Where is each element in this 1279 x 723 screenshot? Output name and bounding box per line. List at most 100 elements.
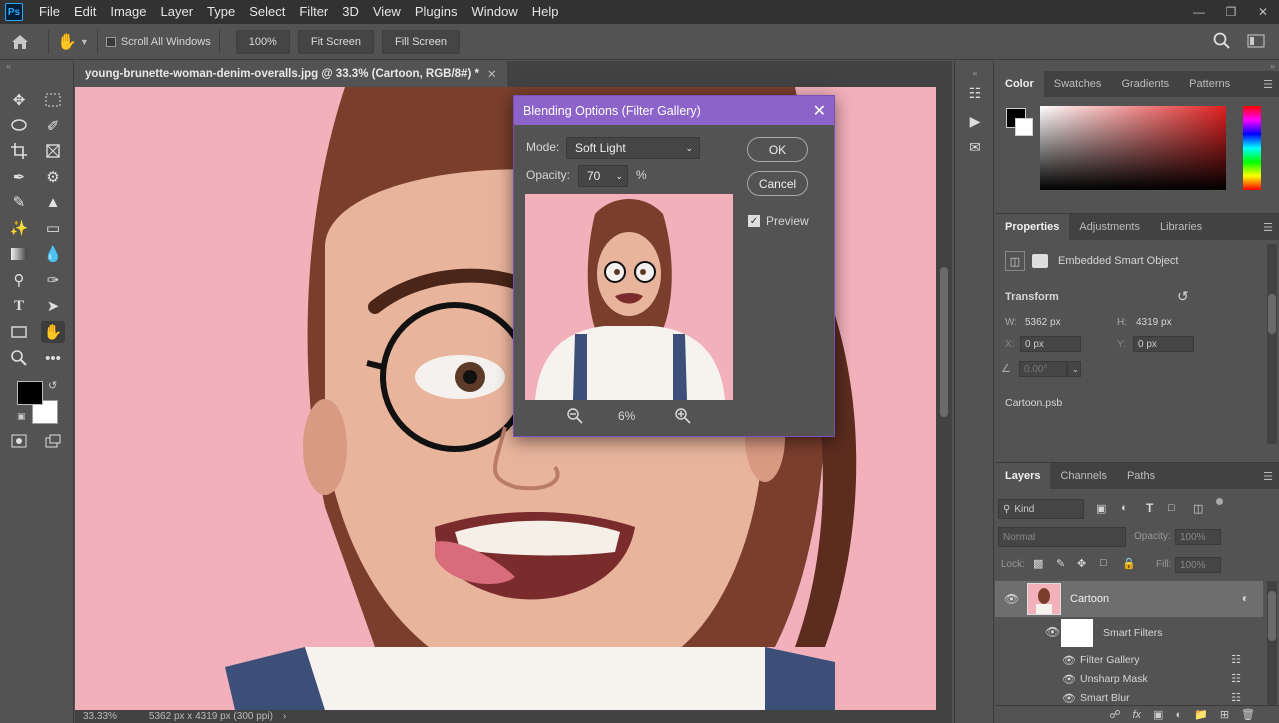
minimize-icon[interactable]: —	[1183, 0, 1215, 24]
tab-patterns[interactable]: Patterns	[1179, 71, 1240, 97]
panel-menu-icon[interactable]: ☰	[1263, 470, 1273, 483]
tab-paths[interactable]: Paths	[1117, 463, 1165, 489]
dodge-tool-icon[interactable]: ⚲	[7, 269, 31, 291]
marquee-tool-icon[interactable]	[41, 89, 65, 111]
dialog-title-bar[interactable]: Blending Options (Filter Gallery) ✕	[514, 96, 834, 125]
smart-object-filter-icon[interactable]: ◫	[1193, 502, 1203, 515]
scrollbar-thumb[interactable]	[1268, 591, 1276, 641]
comments-icon[interactable]: ✉	[965, 137, 985, 157]
tab-libraries[interactable]: Libraries	[1150, 214, 1212, 240]
filter-options-icon[interactable]: ☷	[1231, 653, 1241, 666]
screen-mode-icon[interactable]	[41, 430, 65, 452]
gradient-tool-icon[interactable]	[7, 243, 31, 265]
layers-scrollbar[interactable]	[1267, 581, 1277, 706]
history-icon[interactable]: ☷	[965, 83, 985, 103]
filter-row[interactable]: 👁 Unsharp Mask ☷	[995, 670, 1263, 689]
zoom-tool-icon[interactable]	[7, 347, 31, 369]
x-field[interactable]: 0 px	[1020, 336, 1081, 352]
y-field[interactable]: 0 px	[1133, 336, 1194, 352]
healing-brush-tool-icon[interactable]: ⚙	[41, 166, 65, 188]
path-selection-tool-icon[interactable]: ➤	[41, 295, 65, 317]
fill-screen-button[interactable]: Fill Screen	[381, 29, 460, 54]
scrollbar-thumb[interactable]	[1268, 294, 1276, 334]
mask-icon[interactable]	[1032, 254, 1048, 268]
visibility-eye-icon[interactable]: 👁	[1062, 692, 1076, 705]
zoom-in-icon[interactable]	[675, 408, 691, 427]
visibility-eye-icon[interactable]: 👁	[1062, 673, 1076, 686]
smart-object-icon[interactable]: ◫	[1005, 251, 1025, 271]
collapse-icon[interactable]: »	[1270, 61, 1275, 71]
type-tool-icon[interactable]: T	[7, 295, 31, 317]
document-tab[interactable]: young-brunette-woman-denim-overalls.jpg …	[75, 61, 507, 87]
foreground-color-swatch[interactable]	[17, 381, 43, 405]
lock-position-icon[interactable]: ✥	[1077, 557, 1086, 570]
layer-opacity-field[interactable]: 100%	[1175, 529, 1221, 545]
new-layer-icon[interactable]: ⊞	[1220, 708, 1229, 721]
type-filter-icon[interactable]: T	[1146, 501, 1153, 515]
brush-tool-icon[interactable]: ✎	[7, 191, 31, 213]
lasso-tool-icon[interactable]	[7, 115, 31, 137]
ok-button[interactable]: OK	[747, 137, 808, 162]
layer-row-cartoon[interactable]: 👁 Cartoon ◐	[995, 581, 1263, 617]
eraser-tool-icon[interactable]: ▭	[41, 217, 65, 239]
home-icon[interactable]	[0, 34, 40, 50]
menu-type[interactable]: Type	[200, 0, 242, 24]
default-colors-icon[interactable]: ▣	[17, 411, 26, 422]
crop-tool-icon[interactable]	[7, 140, 31, 162]
visibility-eye-icon[interactable]: 👁	[1004, 592, 1019, 606]
checkmark-icon[interactable]: ✓	[748, 215, 760, 227]
chevron-down-icon[interactable]: ▼	[80, 37, 89, 47]
collapse-icon[interactable]: «	[965, 63, 985, 83]
filter-row[interactable]: 👁 Filter Gallery ☷	[995, 651, 1263, 670]
rectangle-tool-icon[interactable]	[7, 321, 31, 343]
move-tool-icon[interactable]: ✥	[7, 89, 31, 111]
menu-select[interactable]: Select	[242, 0, 292, 24]
adjustment-layer-icon[interactable]: ◐	[1175, 709, 1182, 721]
collapse-icon[interactable]: «	[6, 61, 11, 71]
scroll-all-windows-checkbox[interactable]: Scroll All Windows	[105, 36, 211, 48]
chevron-down-icon[interactable]: ⌄	[1067, 361, 1081, 377]
play-actions-icon[interactable]: ▶	[965, 111, 985, 131]
lock-pixels-icon[interactable]: ✎	[1056, 557, 1065, 570]
link-layers-icon[interactable]: ☍	[1109, 708, 1120, 721]
scrollbar-thumb[interactable]	[940, 267, 948, 417]
filter-mask-thumbnail[interactable]	[1061, 619, 1093, 647]
group-folder-icon[interactable]: 📁	[1194, 708, 1208, 721]
hand-tool-icon[interactable]: ✋	[41, 321, 65, 343]
lock-transparent-icon[interactable]: ▩	[1033, 557, 1043, 570]
menu-file[interactable]: File	[32, 0, 67, 24]
blur-tool-icon[interactable]: 💧	[41, 243, 65, 265]
adjustment-filter-icon[interactable]: ◐	[1121, 502, 1128, 514]
zoom-100-button[interactable]: 100%	[235, 29, 290, 54]
quick-selection-tool-icon[interactable]: ✐	[41, 115, 65, 137]
tab-layers[interactable]: Layers	[995, 463, 1051, 489]
clone-stamp-tool-icon[interactable]: ▲	[41, 191, 65, 213]
tab-color[interactable]: Color	[995, 71, 1044, 97]
cancel-button[interactable]: Cancel	[747, 171, 808, 196]
close-icon[interactable]: ✕	[813, 101, 826, 121]
pixel-filter-icon[interactable]: ▣	[1096, 502, 1106, 515]
tab-properties[interactable]: Properties	[995, 214, 1070, 240]
vertical-scrollbar[interactable]	[936, 87, 952, 710]
mode-select[interactable]: Soft Light ⌄	[566, 137, 700, 159]
kind-filter-select[interactable]: ⚲ Kind	[998, 499, 1084, 519]
add-mask-icon[interactable]: ▣	[1153, 708, 1163, 721]
hue-slider[interactable]	[1243, 106, 1261, 190]
filter-toggle-icon[interactable]	[1216, 498, 1223, 505]
tab-adjustments[interactable]: Adjustments	[1069, 214, 1150, 240]
fx-icon[interactable]: fx	[1132, 709, 1141, 721]
menu-3d[interactable]: 3D	[335, 0, 366, 24]
smart-filters-row[interactable]: 👁 Smart Filters	[995, 617, 1263, 649]
visibility-eye-icon[interactable]: 👁	[1062, 654, 1076, 667]
chevron-down-icon[interactable]: ⌄	[615, 171, 623, 182]
menu-image[interactable]: Image	[103, 0, 153, 24]
panel-menu-icon[interactable]: ☰	[1263, 221, 1273, 234]
menu-help[interactable]: Help	[525, 0, 566, 24]
hand-tool-icon[interactable]: ✋	[57, 32, 77, 52]
filter-options-icon[interactable]: ☷	[1231, 672, 1241, 685]
search-icon[interactable]	[1213, 32, 1231, 53]
layer-name[interactable]: Cartoon	[1070, 593, 1109, 605]
angle-field[interactable]: 0.00°	[1019, 361, 1067, 377]
filter-options-icon[interactable]: ☷	[1231, 691, 1241, 704]
quick-mask-icon[interactable]	[7, 430, 31, 452]
